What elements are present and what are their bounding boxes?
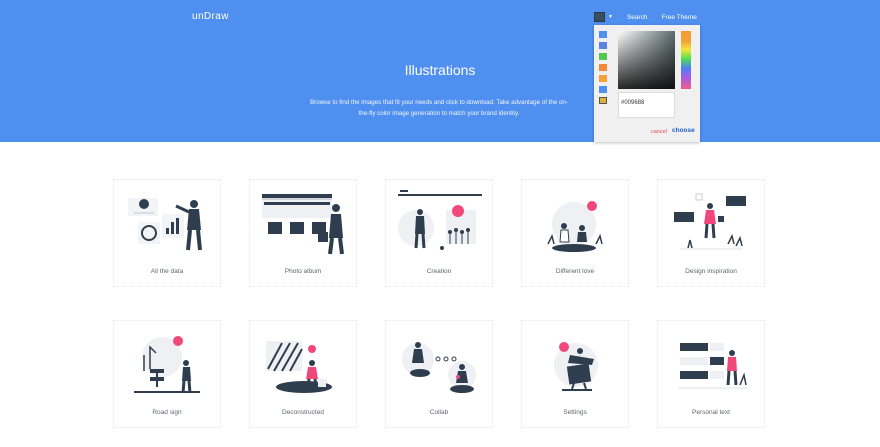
deconstructed-icon: [266, 341, 332, 393]
top-nav: ▼ Search Free Theme: [594, 11, 697, 23]
illustration-card[interactable]: Collab: [385, 320, 493, 428]
illustration-card[interactable]: Deconstructed: [249, 320, 357, 428]
swatch-option[interactable]: [599, 75, 607, 82]
saturation-area[interactable]: [618, 31, 675, 89]
cancel-button[interactable]: cancel: [651, 129, 667, 135]
nav-search-link[interactable]: Search: [627, 14, 648, 21]
illustration-card[interactable]: Road sign: [113, 320, 221, 428]
illustration-card[interactable]: Settings: [521, 320, 629, 428]
card-label: Settings: [563, 409, 587, 416]
design-inspiration-icon: [674, 193, 746, 250]
illustration-card[interactable]: Design inspiration: [657, 179, 765, 287]
hue-slider[interactable]: [681, 31, 691, 89]
card-label: Collab: [429, 409, 449, 416]
settings-icon: [554, 342, 598, 391]
nav-theme-link[interactable]: Free Theme: [662, 14, 697, 21]
page: unDraw ▼ Search Free Theme Illustrations…: [0, 0, 880, 447]
brand-logo[interactable]: unDraw: [192, 11, 229, 22]
different-love-icon: [547, 201, 603, 252]
color-swatch-button[interactable]: [594, 12, 605, 22]
card-label: Deconstructed: [282, 409, 324, 416]
card-label: Different love: [555, 268, 595, 275]
collab-icon: [402, 342, 476, 393]
swatch-option[interactable]: [599, 86, 607, 93]
color-picker-popup: #009688 cancel choose: [594, 25, 700, 142]
choose-button[interactable]: choose: [672, 127, 695, 134]
illustration-card[interactable]: All the data: [113, 179, 221, 287]
card-label: All the data: [150, 268, 184, 275]
hero-description: Browse to find the images that fit your …: [310, 99, 568, 117]
swatch-option-selected[interactable]: [599, 97, 607, 104]
illustration-card[interactable]: Photo album: [249, 179, 357, 287]
card-label: Personal text: [692, 409, 730, 416]
swatch-option[interactable]: [599, 53, 607, 60]
photo-album-icon: [262, 194, 344, 255]
header-banner: unDraw ▼ Search Free Theme Illustrations…: [0, 0, 880, 142]
swatch-list: [599, 31, 607, 108]
card-label: Photo album: [284, 268, 322, 275]
swatch-option[interactable]: [599, 42, 607, 49]
data-charts-icon: [128, 198, 202, 251]
personal-text-icon: [678, 343, 748, 389]
card-label: Road sign: [152, 409, 182, 416]
page-title: Illustrations: [404, 62, 476, 78]
creation-icon: [398, 190, 482, 250]
illustration-card[interactable]: Personal text: [657, 320, 765, 428]
chevron-down-icon[interactable]: ▼: [608, 14, 613, 20]
illustration-card[interactable]: Creation: [385, 179, 493, 287]
swatch-option[interactable]: [599, 31, 607, 38]
hex-value[interactable]: #009688: [621, 100, 644, 106]
card-label: Creation: [426, 268, 452, 275]
card-label: Design inspiration: [685, 268, 737, 275]
road-sign-icon: [134, 336, 200, 394]
swatch-option[interactable]: [599, 64, 607, 71]
illustration-card[interactable]: Different love: [521, 179, 629, 287]
